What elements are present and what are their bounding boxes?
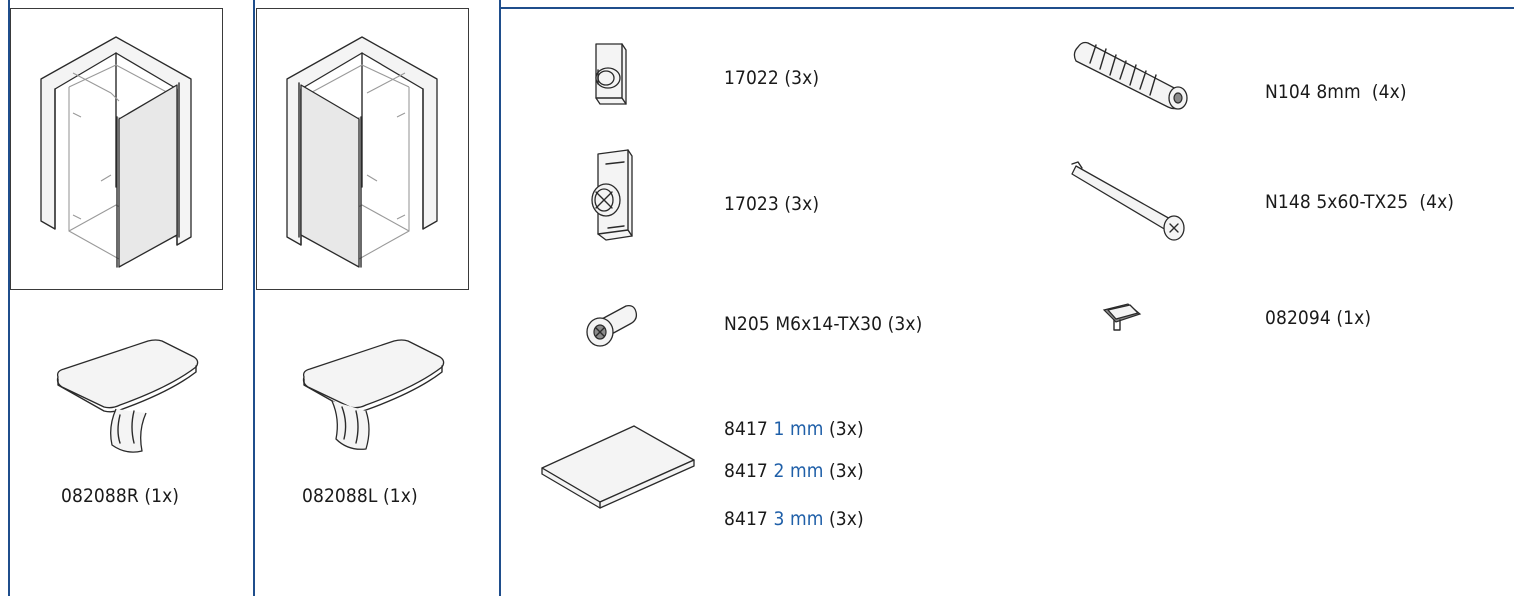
folding-seat-left-icon [302, 339, 445, 450]
frame-border-top [499, 7, 1514, 9]
model-label-left: 082088L (1x) [302, 485, 418, 507]
bolt-icon [586, 304, 638, 347]
shower-thumbnail-right [10, 8, 223, 290]
shim-code: 8417 [724, 460, 768, 482]
part-label-17023: 17023 (3x) [724, 193, 820, 215]
shower-enclosure-left-icon [286, 36, 438, 268]
model-label-right: 082088R (1x) [61, 485, 180, 507]
shim-row-1: 8417 1 mm (3x) [724, 418, 864, 440]
shim-row-2: 8417 2 mm (3x) [724, 460, 864, 482]
clip-bracket-icon [591, 149, 633, 241]
shim-size: 2 mm [773, 460, 824, 482]
shim-code: 8417 [724, 508, 768, 530]
part-label-082094: 082094 (1x) [1265, 307, 1372, 329]
part-label-n205: N205 M6x14-TX30 (3x) [724, 313, 923, 335]
folding-seat-right-icon [56, 339, 199, 453]
end-cap-icon [1102, 303, 1142, 331]
shim-size: 3 mm [773, 508, 824, 530]
shim-row-3: 8417 3 mm (3x) [724, 508, 864, 530]
frame-divider-1 [253, 0, 255, 596]
shim-size: 1 mm [773, 418, 824, 440]
wall-plug-icon [1073, 41, 1188, 110]
part-label-17022: 17022 (3x) [724, 67, 820, 89]
shim-qty: (3x) [828, 418, 864, 440]
shim-qty: (3x) [828, 508, 864, 530]
mounting-plate-icon [595, 43, 627, 105]
parts-sheet: 082088R (1x) 082088L (1x) 17022 (3x) 170… [0, 0, 1514, 596]
shower-enclosure-right-icon [40, 36, 192, 268]
shim-plate-icon [541, 425, 695, 509]
shim-code: 8417 [724, 418, 768, 440]
part-label-n104: N104 8mm (4x) [1265, 81, 1407, 103]
frame-divider-2 [499, 0, 501, 596]
shim-qty: (3x) [828, 460, 864, 482]
screw-icon [1071, 161, 1185, 241]
part-label-n148: N148 5x60-TX25 (4x) [1265, 191, 1455, 213]
shower-thumbnail-left [256, 8, 469, 290]
